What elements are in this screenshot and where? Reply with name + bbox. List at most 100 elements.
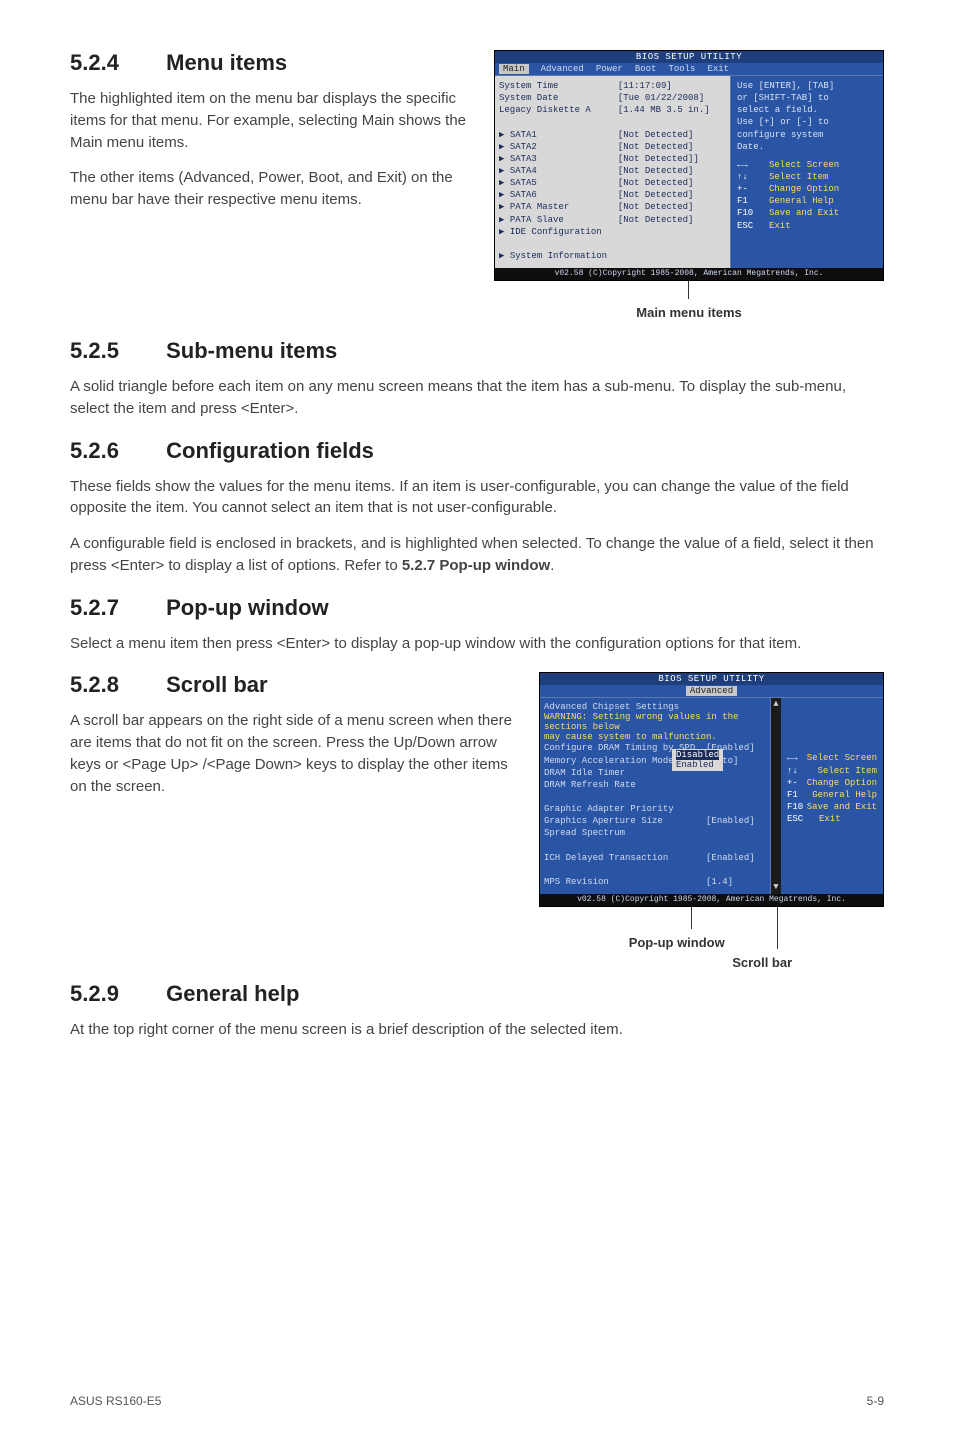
bios2-row: Graphics Aperture Size [Enabled] <box>544 815 766 827</box>
bios-popup-screenshot: BIOS SETUP UTILITY Advanced Advanced Chi… <box>539 672 884 907</box>
bios2-row <box>544 839 766 851</box>
bios2-row: DRAM Idle Timer <box>544 767 766 779</box>
leader-line-popup <box>691 907 692 929</box>
bios1-key-row: ↑↓Select Item <box>737 171 877 183</box>
bios1-row: ▶ SATA3 [Not Detected]] <box>499 153 726 165</box>
bios2-popup-option: Disabled <box>676 750 719 760</box>
p-524-1: The highlighted item on the menu bar dis… <box>70 88 480 153</box>
bios1-row: ▶ SATA4 [Not Detected] <box>499 165 726 177</box>
bios2-key-row: ESCExit <box>787 813 877 825</box>
bios1-key-row: +-Change Option <box>737 183 877 195</box>
heading-525: 5.2.5 Sub-menu items <box>70 338 884 364</box>
heading-527: 5.2.7 Pop-up window <box>70 595 884 621</box>
bios1-row: ▶ SATA5 [Not Detected] <box>499 177 726 189</box>
bios1-title: BIOS SETUP UTILITY <box>495 51 883 63</box>
bios1-menu-adv: Advanced <box>541 64 584 74</box>
bios1-key-row: ESCExit <box>737 220 877 232</box>
bios2-title: BIOS SETUP UTILITY <box>540 673 883 685</box>
bios2-key-row: F10Save and Exit <box>787 801 877 813</box>
caption-scroll: Scroll bar <box>732 955 792 970</box>
bios1-help-line: Use [+] or [-] to <box>737 116 877 128</box>
page-footer: ASUS RS160-E5 5-9 <box>70 1394 884 1408</box>
bios2-key-row: +-Change Option <box>787 777 877 789</box>
p-527-1: Select a menu item then press <Enter> to… <box>70 633 884 655</box>
bios1-menu-bar: Main Advanced Power Boot Tools Exit <box>495 63 883 75</box>
bios1-menu-power: Power <box>596 64 623 74</box>
arrow-up-icon: ▲ <box>773 700 778 709</box>
p-526-1: These fields show the values for the men… <box>70 476 884 520</box>
bios1-menu-main: Main <box>499 64 529 74</box>
p-526-2: A configurable field is enclosed in brac… <box>70 533 884 577</box>
bios2-scrollbar[interactable]: ▲ ▼ <box>771 698 781 894</box>
bios2-key-row: ↑↓Select Item <box>787 765 877 777</box>
heading-525-title: Sub-menu items <box>166 338 337 363</box>
bios1-menu-boot: Boot <box>635 64 657 74</box>
heading-526-title: Configuration fields <box>166 438 374 463</box>
bios1-left-panel: System Time [11:17:09]System Date [Tue 0… <box>495 76 731 268</box>
bios1-row <box>499 238 726 250</box>
footer-right: 5-9 <box>867 1394 884 1408</box>
bios2-popup-option: Enabled <box>676 760 719 770</box>
bios2-key-row: F1General Help <box>787 789 877 801</box>
bios2-menu-adv: Advanced <box>686 686 737 696</box>
bios1-help-line: Use [ENTER], [TAB] <box>737 80 877 92</box>
bios1-right-panel: Use [ENTER], [TAB]or [SHIFT-TAB] toselec… <box>731 76 883 268</box>
bios1-row: ▶ PATA Master [Not Detected] <box>499 201 726 213</box>
bios2-warn2: may cause system to malfunction. <box>544 732 766 742</box>
p-526-2b: 5.2.7 Pop-up window <box>402 557 550 574</box>
heading-527-title: Pop-up window <box>166 595 329 620</box>
bios2-row <box>544 791 766 803</box>
caption-popup: Pop-up window <box>629 935 725 950</box>
bios-main-screenshot: BIOS SETUP UTILITY Main Advanced Power B… <box>494 50 884 281</box>
leader-line-1 <box>688 281 691 299</box>
bios1-row: ▶ IDE Configuration <box>499 226 726 238</box>
bios2-right-panel: ←→Select Screen↑↓Select Item+-Change Opt… <box>781 698 883 894</box>
bios2-left-panel: Advanced Chipset Settings WARNING: Setti… <box>540 698 771 894</box>
heading-528-title: Scroll bar <box>166 672 267 697</box>
bios2-popup: DisabledEnabled <box>672 749 723 771</box>
bios1-help-line: select a field. <box>737 104 877 116</box>
heading-527-num: 5.2.7 <box>70 595 160 621</box>
bios1-row: ▶ SATA1 [Not Detected] <box>499 129 726 141</box>
bios1-row: System Date [Tue 01/22/2008] <box>499 92 726 104</box>
bios2-row: Memory Acceleration Mode [Auto] <box>544 755 766 767</box>
bios2-warn1: WARNING: Setting wrong values in the sec… <box>544 712 766 732</box>
p-524-2: The other items (Advanced, Power, Boot, … <box>70 167 480 211</box>
bios2-row: ICH Delayed Transaction [Enabled] <box>544 852 766 864</box>
bios1-row: ▶ System Information <box>499 250 726 262</box>
bios2-row: MPS Revision [1.4] <box>544 876 766 888</box>
arrow-down-icon: ▼ <box>773 883 778 892</box>
bios1-row: Legacy Diskette A [1.44 MB 3.5 in.] <box>499 104 726 116</box>
bios1-menu-exit: Exit <box>707 64 729 74</box>
bios2-row: Spread Spectrum <box>544 827 766 839</box>
bios1-row: ▶ PATA Slave [Not Detected] <box>499 214 726 226</box>
heading-529: 5.2.9 General help <box>70 981 884 1007</box>
bios1-footer: v02.58 (C)Copyright 1985-2008, American … <box>495 268 883 280</box>
heading-529-title: General help <box>166 981 299 1006</box>
bios2-key-row: ←→Select Screen <box>787 752 877 764</box>
heading-526: 5.2.6 Configuration fields <box>70 438 884 464</box>
bios2-footer: v02.58 (C)Copyright 1985-2008, American … <box>540 894 883 906</box>
bios2-row: Configure DRAM Timing by SPD [Enabled] <box>544 742 766 754</box>
bios1-help-line: Date. <box>737 141 877 153</box>
bios1-row: ▶ SATA2 [Not Detected] <box>499 141 726 153</box>
heading-525-num: 5.2.5 <box>70 338 160 364</box>
bios2-row: Graphic Adapter Priority <box>544 803 766 815</box>
heading-526-num: 5.2.6 <box>70 438 160 464</box>
bios2-row: DRAM Refresh Rate <box>544 779 766 791</box>
p-525-1: A solid triangle before each item on any… <box>70 376 884 420</box>
p-526-2c: . <box>550 557 554 574</box>
heading-524-title: Menu items <box>166 50 287 75</box>
bios1-row <box>499 116 726 128</box>
bios1-row: ▶ SATA6 [Not Detected] <box>499 189 726 201</box>
p-529-1: At the top right corner of the menu scre… <box>70 1019 884 1041</box>
bios1-key-row: F1General Help <box>737 195 877 207</box>
leader-line-scroll <box>777 907 778 949</box>
bios1-row: System Time [11:17:09] <box>499 80 726 92</box>
bios1-help-line: configure system <box>737 129 877 141</box>
bios2-menu-bar: Advanced <box>540 685 883 697</box>
bios1-help-line: or [SHIFT-TAB] to <box>737 92 877 104</box>
bios2-heading: Advanced Chipset Settings <box>544 702 766 712</box>
heading-528-num: 5.2.8 <box>70 672 160 698</box>
heading-524: 5.2.4 Menu items <box>70 50 480 76</box>
